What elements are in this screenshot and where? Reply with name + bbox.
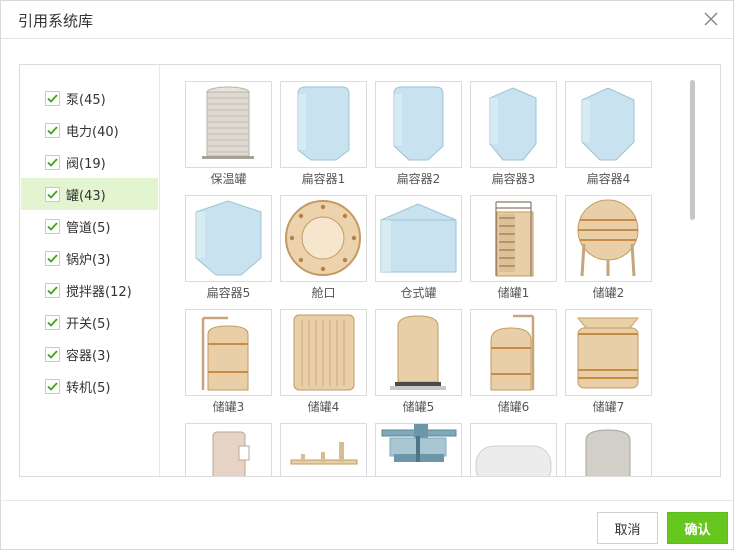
symbol-tile[interactable] [375, 81, 462, 168]
check-icon[interactable] [45, 218, 60, 234]
category-item-mixer[interactable]: 搅拌器(12) [21, 274, 158, 306]
pipe-fitting-icon [290, 442, 358, 465]
category-label: 管道(5) [66, 220, 111, 236]
flat-vessel-icon [195, 200, 262, 276]
vertical-scrollbar[interactable] [690, 80, 695, 220]
check-icon[interactable] [45, 378, 60, 394]
symbol-tile[interactable] [565, 81, 652, 168]
check-icon[interactable] [45, 122, 60, 138]
symbol-tile[interactable] [470, 309, 557, 396]
silo-tank-icon [380, 203, 457, 273]
check-icon[interactable] [45, 90, 60, 106]
symbol-tile[interactable] [280, 309, 367, 396]
category-label: 泵(45) [66, 92, 106, 108]
hatch-icon [285, 200, 361, 276]
symbol-label: 扁容器4 [586, 172, 631, 186]
category-label: 罐(43) [66, 188, 106, 204]
library-content: 泵(45) 电力(40) 阀(19) 罐(43) 管道(5) 锅炉(3) 搅拌器… [19, 64, 721, 477]
check-icon[interactable] [45, 346, 60, 362]
storage-tank-icon [390, 315, 446, 390]
category-item-power[interactable]: 电力(40) [21, 114, 158, 146]
confirm-button[interactable]: 确认 [667, 512, 728, 544]
check-icon[interactable] [45, 154, 60, 170]
cancel-button[interactable]: 取消 [597, 512, 658, 544]
category-label: 锅炉(3) [66, 252, 111, 268]
category-label: 开关(5) [66, 316, 111, 332]
footer-divider [1, 500, 733, 501]
tank-icon [212, 431, 250, 476]
check-icon[interactable] [45, 186, 60, 202]
symbol-tile[interactable] [185, 81, 272, 168]
symbol-tile[interactable] [470, 423, 557, 476]
symbol-label: 储罐7 [592, 400, 625, 414]
flat-vessel-icon [489, 87, 537, 161]
tank-icon [585, 429, 631, 476]
symbol-label: 舱口 [311, 286, 336, 300]
storage-tank-icon [495, 201, 534, 277]
symbol-tile[interactable] [185, 309, 272, 396]
symbol-tile[interactable] [280, 195, 367, 282]
symbol-tile[interactable] [565, 423, 652, 476]
symbol-label: 储罐5 [402, 400, 435, 414]
close-icon[interactable] [703, 11, 719, 27]
dialog-title: 引用系统库 [18, 12, 94, 30]
category-label: 容器(3) [66, 348, 111, 364]
symbol-tile[interactable] [375, 309, 462, 396]
flat-vessel-icon [393, 86, 444, 161]
symbol-tile[interactable] [565, 195, 652, 282]
category-label: 转机(5) [66, 380, 111, 396]
spherical-tank-icon [577, 199, 639, 277]
category-item-valve[interactable]: 阀(19) [21, 146, 158, 178]
symbol-label: 保温罐 [210, 172, 247, 186]
symbol-tile[interactable] [565, 309, 652, 396]
category-list: 泵(45) 电力(40) 阀(19) 罐(43) 管道(5) 锅炉(3) 搅拌器… [20, 65, 160, 476]
symbol-label: 仓式罐 [400, 286, 437, 300]
check-icon[interactable] [45, 314, 60, 330]
flat-vessel-icon [297, 86, 350, 161]
category-item-container[interactable]: 容器(3) [21, 338, 158, 370]
category-item-pipe[interactable]: 管道(5) [21, 210, 158, 242]
symbol-label: 扁容器2 [396, 172, 441, 186]
symbol-tile[interactable] [185, 423, 272, 476]
storage-tank-icon [293, 314, 355, 391]
check-icon[interactable] [45, 282, 60, 298]
mixer-tank-icon [381, 424, 457, 462]
category-label: 阀(19) [66, 156, 106, 172]
symbol-label: 扁容器1 [301, 172, 346, 186]
symbol-label: 扁容器3 [491, 172, 536, 186]
symbol-label: 储罐3 [212, 400, 245, 414]
insulated-tank-icon [202, 86, 254, 159]
storage-tank-icon [490, 314, 535, 391]
symbol-label: 储罐2 [592, 286, 625, 300]
flat-vessel-icon [581, 87, 635, 161]
storage-tank-icon [201, 316, 249, 391]
symbol-tile[interactable] [375, 423, 462, 476]
category-item-pump[interactable]: 泵(45) [21, 82, 158, 114]
symbol-tile[interactable] [375, 195, 462, 282]
symbol-tile[interactable] [185, 195, 272, 282]
symbol-label: 储罐4 [307, 400, 340, 414]
storage-tank-icon [576, 317, 640, 389]
symbol-label: 扁容器5 [206, 286, 251, 300]
category-item-tank[interactable]: 罐(43) [21, 178, 158, 210]
symbol-tile[interactable] [470, 195, 557, 282]
symbol-label: 储罐6 [497, 400, 530, 414]
category-item-boiler[interactable]: 锅炉(3) [21, 242, 158, 274]
horizontal-tank-icon [475, 445, 552, 476]
category-item-rotating[interactable]: 转机(5) [21, 370, 158, 402]
library-dialog: 引用系统库 泵(45) 电力(40) 阀(19) 罐(43) 管道(5) 锅炉(… [0, 0, 734, 550]
dialog-header: 引用系统库 [1, 1, 733, 39]
category-label: 电力(40) [66, 124, 119, 140]
symbol-grid: 保温罐 扁容器1 扁容器2 扁容器3 扁容器4 扁容器5 舱口 仓式罐 储罐1 … [161, 65, 686, 476]
category-item-switch[interactable]: 开关(5) [21, 306, 158, 338]
symbol-tile[interactable] [280, 81, 367, 168]
symbol-label: 储罐1 [497, 286, 530, 300]
symbol-tile[interactable] [280, 423, 367, 476]
category-label: 搅拌器(12) [66, 284, 132, 300]
check-icon[interactable] [45, 250, 60, 266]
symbol-tile[interactable] [470, 81, 557, 168]
